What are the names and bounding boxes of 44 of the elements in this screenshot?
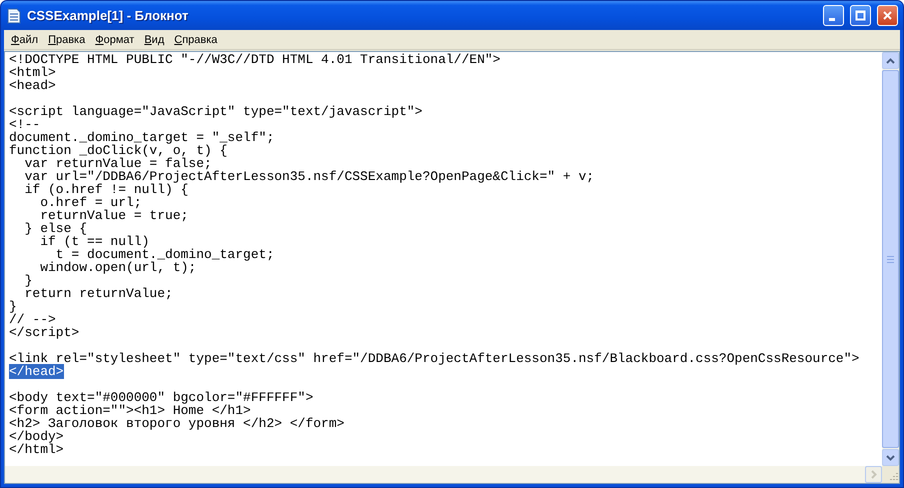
scroll-up-button[interactable] [882,52,899,69]
menu-item[interactable]: Формат [90,34,140,46]
code-line: <html> [9,65,56,80]
code-line: function _doClick(v, o, t) { [9,143,228,158]
code-line: window.open(url, t); [39,260,196,275]
code-line: <h2> Заголовок второго уровня </h2> </form> [9,416,344,431]
code-line: var url="/DDBA6/ProjectAfterLesson35.nsf/CSSExample?OpenPage&Click=" + v; [24,169,594,184]
menu-item[interactable]: Правка [43,34,90,46]
minimize-icon [829,18,835,21]
maximize-icon [855,10,866,21]
code-line: returnValue = true; [39,208,188,223]
code-line: </script> [9,325,80,340]
notepad-icon [7,8,21,24]
menu-item[interactable]: Вид [139,34,170,46]
code-line: </html> [9,442,64,457]
code-line: <form action=""><h1> Home </h1> [9,403,251,418]
scroll-down-button[interactable] [882,449,899,466]
code-line: t = document._domino_target; [56,247,274,262]
code-line: // --> [9,312,56,327]
code-line: </body> [9,429,64,444]
grip-icon [887,256,894,262]
code-line: if (t == null) [39,234,150,249]
close-icon [882,10,893,21]
close-button[interactable] [877,5,898,26]
code-line: } [24,273,32,288]
code-line: o.href = url; [39,195,142,210]
code-line: document._domino_target = "_self"; [9,130,274,145]
code-line: <link rel="stylesheet" type="text/css" href="/DDBA6/ProjectAfterLesson35.nsf/Blackboard.css?OpenCssResource"> [9,351,860,366]
code-line: <script language="JavaScript" type="text/javascript"> [9,104,422,119]
code-line: if (o.href != null) { [24,182,188,197]
code-line: } else { [24,221,88,236]
code-line: <head> [9,78,56,93]
code-line: var returnValue = false; [24,156,212,171]
code-line: <body text="#000000" bgcolor="#FFFFFF"> [9,390,314,405]
minimize-button[interactable] [823,5,844,26]
maximize-button[interactable] [850,5,871,26]
size-grip-icon[interactable] [887,471,899,483]
code-line: } [9,299,17,314]
code-line: return returnValue; [24,286,173,301]
menu-item[interactable]: Файл [6,34,44,46]
code-line: <!-- [9,117,40,132]
menu-item[interactable]: Справка [169,34,222,46]
code-line: <!DOCTYPE HTML PUBLIC "-//W3C//DTD HTML 4.01 Transitional//EN"> [9,52,500,67]
window-title: CSSExample[1] - Блокнот [27,8,190,23]
